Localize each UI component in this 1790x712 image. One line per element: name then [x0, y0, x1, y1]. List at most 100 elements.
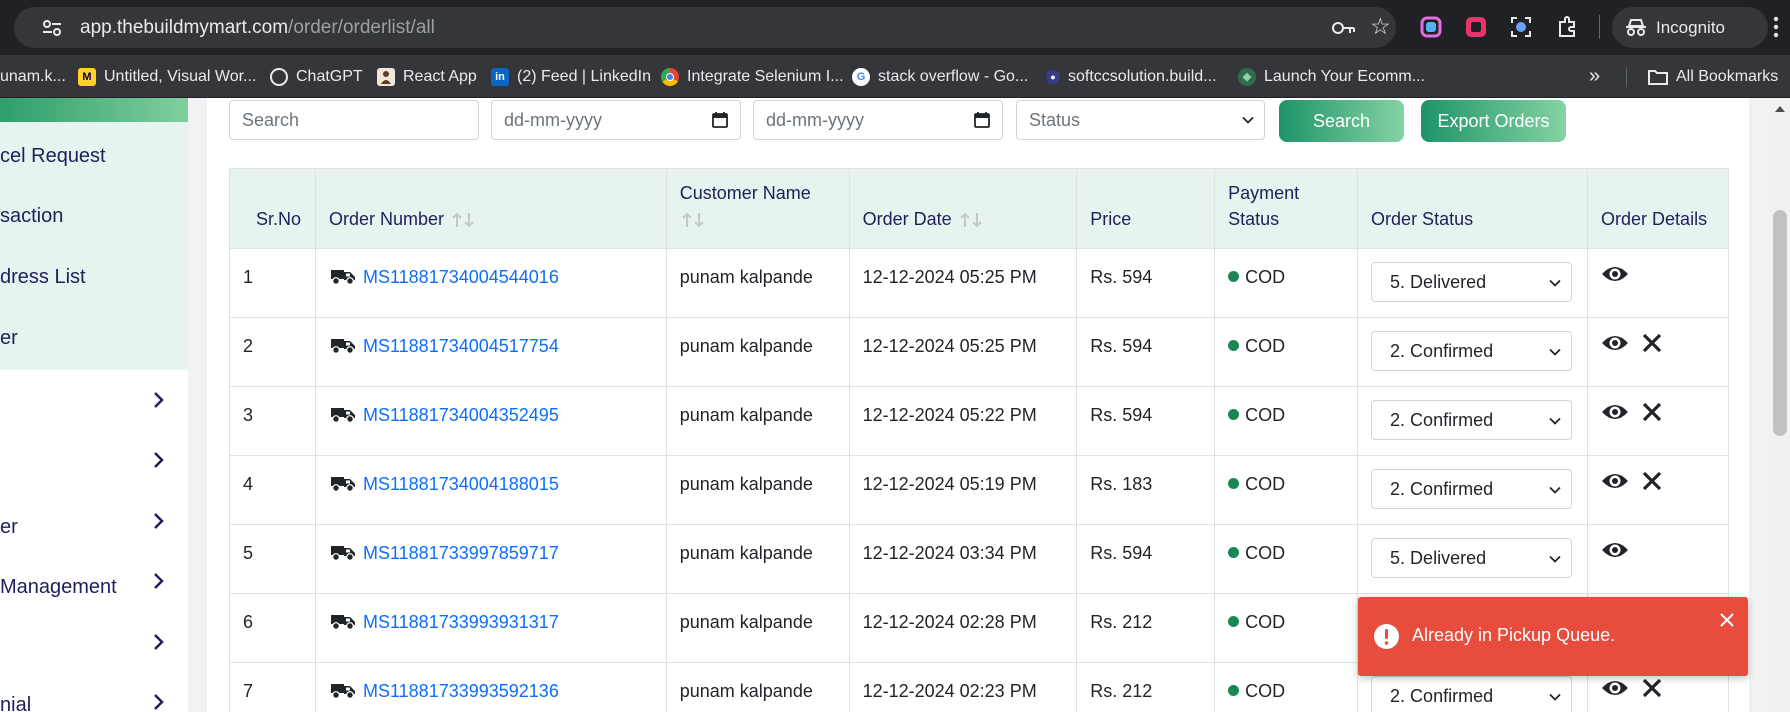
- order-status-select[interactable]: 2. Confirmed: [1371, 469, 1573, 509]
- sidebar-active-item[interactable]: [0, 98, 188, 122]
- view-eye-icon[interactable]: [1601, 332, 1629, 354]
- sidebar-item-order[interactable]: er: [0, 327, 18, 350]
- cell-price: Rs. 594: [1076, 386, 1216, 456]
- view-eye-icon[interactable]: [1601, 539, 1629, 561]
- cell-payment-status: COD: [1214, 593, 1359, 663]
- column-header-order-date[interactable]: Order Date: [848, 168, 1078, 249]
- order-number-link[interactable]: MS11881734004517754: [363, 336, 559, 356]
- extensions-puzzle-icon[interactable]: [1556, 16, 1578, 38]
- sort-icon[interactable]: [450, 211, 478, 229]
- order-number-link[interactable]: MS11881733993931317: [363, 612, 559, 632]
- chevron-right-icon[interactable]: [150, 692, 166, 712]
- order-status-select[interactable]: 2. Confirmed: [1371, 676, 1573, 712]
- column-header-customer-name[interactable]: Customer Name: [665, 168, 850, 249]
- chevron-down-icon: [1242, 116, 1254, 124]
- extension-record-icon[interactable]: [1465, 16, 1487, 38]
- bookmark-item[interactable]: ◆ Launch Your Ecomm...: [1238, 55, 1425, 98]
- url-text[interactable]: app.thebuildmymart.com/order/orderlist/a…: [80, 17, 435, 39]
- delivery-truck-icon: [330, 477, 355, 492]
- address-bar[interactable]: app.thebuildmymart.com/order/orderlist/a…: [14, 7, 1396, 48]
- view-eye-icon[interactable]: [1601, 263, 1629, 285]
- payment-status-dot: [1228, 478, 1240, 489]
- bookmark-item[interactable]: in (2) Feed | LinkedIn: [491, 55, 651, 98]
- status-select[interactable]: Status: [1016, 100, 1265, 140]
- sidebar-item-parcel-request[interactable]: cel Request: [0, 145, 106, 168]
- order-number-link[interactable]: MS11881733993592136: [363, 681, 559, 701]
- react-app-icon: [377, 67, 395, 86]
- folder-icon: [1648, 69, 1668, 85]
- chevron-right-icon[interactable]: [150, 511, 166, 531]
- cell-order-date: 12-12-2024 03:34 PM: [848, 524, 1078, 594]
- page-scrollbar[interactable]: [1770, 98, 1790, 712]
- view-eye-icon[interactable]: [1601, 470, 1629, 492]
- sidebar-item-transaction[interactable]: saction: [0, 205, 63, 228]
- sidebar-group-testimonial[interactable]: nial: [0, 694, 31, 712]
- extension-capture-icon[interactable]: [1510, 16, 1532, 38]
- chevron-right-icon[interactable]: [150, 390, 166, 410]
- cell-customer-name: punam kalpande: [665, 593, 850, 663]
- scroll-up-icon[interactable]: [1775, 104, 1785, 112]
- toast-message: Already in Pickup Queue.: [1412, 625, 1616, 645]
- order-status-select[interactable]: 2. Confirmed: [1371, 400, 1573, 440]
- search-input[interactable]: Search: [229, 100, 479, 140]
- cell-order-date: 12-12-2024 02:23 PM: [848, 662, 1078, 712]
- order-status-select[interactable]: 2. Confirmed: [1371, 331, 1573, 371]
- bookmarks-overflow-icon[interactable]: »: [1589, 65, 1600, 88]
- chevron-down-icon: [1549, 693, 1561, 701]
- sidebar-item-address-list[interactable]: dress List: [0, 266, 86, 289]
- search-button[interactable]: Search: [1279, 100, 1404, 142]
- chevron-right-icon[interactable]: [150, 632, 166, 652]
- browser-menu-icon[interactable]: [1773, 16, 1779, 38]
- site-settings-icon[interactable]: [42, 20, 62, 36]
- chevron-down-icon: [1549, 279, 1561, 287]
- export-orders-button[interactable]: Export Orders: [1421, 100, 1566, 142]
- view-eye-icon[interactable]: [1601, 677, 1629, 699]
- cell-order-number: MS11881733993931317: [314, 593, 667, 663]
- bookmark-star-icon[interactable]: ☆: [1370, 15, 1391, 38]
- chevron-right-icon[interactable]: [150, 450, 166, 470]
- order-status-select[interactable]: 5. Delivered: [1371, 262, 1573, 302]
- sort-icon[interactable]: [680, 211, 708, 229]
- payment-status-dot: [1228, 685, 1240, 696]
- column-header-order-number[interactable]: Order Number: [314, 168, 667, 249]
- all-bookmarks-button[interactable]: All Bookmarks: [1648, 55, 1778, 98]
- view-eye-icon[interactable]: [1601, 401, 1629, 423]
- delivery-truck-icon: [330, 339, 355, 354]
- cancel-order-icon[interactable]: [1641, 332, 1663, 354]
- date-to-input[interactable]: dd-mm-yyyy: [753, 100, 1003, 140]
- cell-payment-status: COD: [1214, 248, 1359, 318]
- bookmark-item[interactable]: ChatGPT: [270, 55, 363, 98]
- linkedin-icon: in: [491, 67, 509, 86]
- cell-order-number: MS11881734004517754: [314, 317, 667, 387]
- chevron-right-icon[interactable]: [150, 571, 166, 591]
- bookmark-item[interactable]: React App: [377, 55, 477, 98]
- order-number-link[interactable]: MS11881733997859717: [363, 543, 559, 563]
- delivery-truck-icon: [330, 546, 355, 561]
- calendar-icon[interactable]: [974, 111, 990, 128]
- calendar-icon[interactable]: [712, 111, 728, 128]
- incognito-badge[interactable]: Incognito: [1612, 7, 1768, 48]
- order-number-link[interactable]: MS11881734004352495: [363, 405, 559, 425]
- scrollbar-thumb[interactable]: [1773, 210, 1787, 436]
- sidebar-group[interactable]: er: [0, 516, 18, 539]
- close-icon[interactable]: [1720, 613, 1734, 627]
- cancel-order-icon[interactable]: [1641, 470, 1663, 492]
- password-key-icon[interactable]: [1332, 21, 1356, 35]
- cell-payment-status: COD: [1214, 386, 1359, 456]
- cancel-order-icon[interactable]: [1641, 677, 1663, 699]
- sidebar-group-management[interactable]: Management: [0, 576, 117, 599]
- order-number-link[interactable]: MS11881734004188015: [363, 474, 559, 494]
- bookmark-item[interactable]: ● softccsolution.build...: [1046, 55, 1217, 98]
- miro-icon: M: [78, 67, 96, 86]
- order-number-link[interactable]: MS11881734004544016: [363, 267, 559, 287]
- bookmark-item[interactable]: unam.k...: [0, 55, 66, 98]
- bookmark-item[interactable]: Integrate Selenium I...: [661, 55, 844, 98]
- extension-color-icon[interactable]: [1420, 16, 1442, 38]
- cancel-order-icon[interactable]: [1641, 401, 1663, 423]
- bookmark-item[interactable]: Gstack overflow - Go...: [852, 55, 1028, 98]
- bookmark-item[interactable]: M Untitled, Visual Wor...: [78, 55, 256, 98]
- date-from-input[interactable]: dd-mm-yyyy: [491, 100, 741, 140]
- order-status-select[interactable]: 5. Delivered: [1371, 538, 1573, 578]
- delivery-truck-icon: [330, 270, 355, 285]
- sort-icon[interactable]: [958, 211, 986, 229]
